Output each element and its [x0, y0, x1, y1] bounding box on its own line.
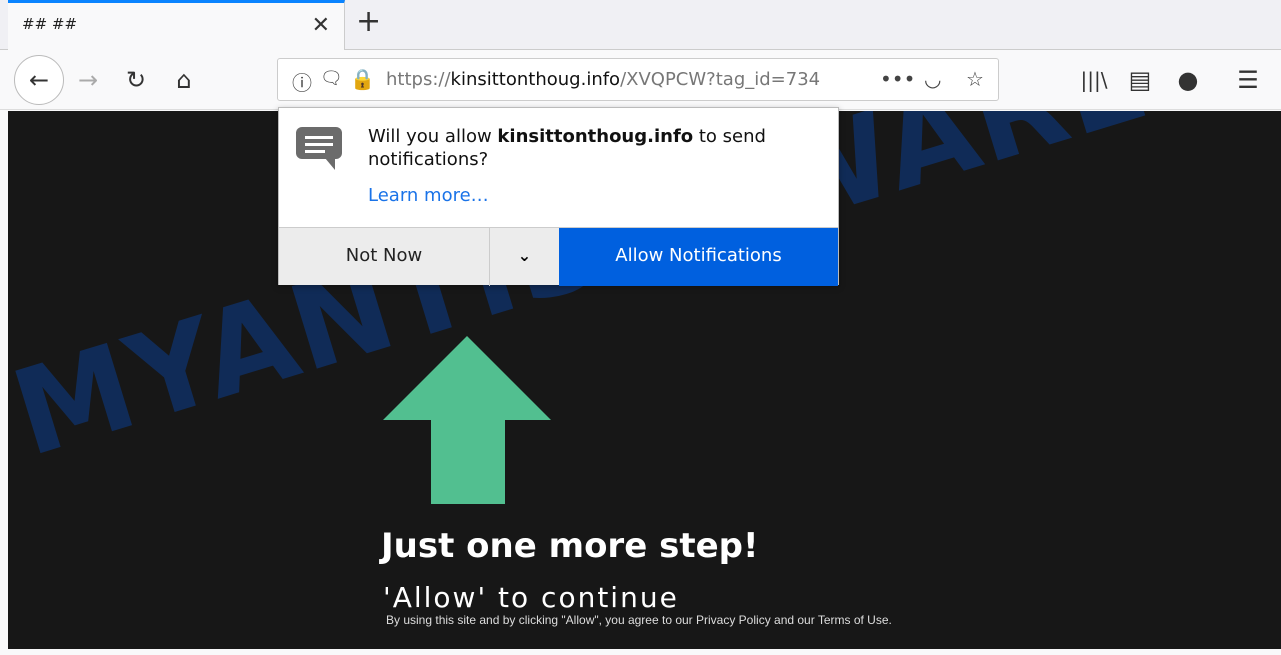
new-tab-button[interactable]: +: [356, 4, 381, 39]
close-tab-icon[interactable]: ✕: [312, 13, 330, 38]
url-path: /XVQPCW?tag_id=734: [620, 69, 821, 90]
home-button[interactable]: ⌂: [166, 62, 202, 98]
learn-more-link[interactable]: Learn more…: [368, 185, 489, 206]
more-options-dropdown[interactable]: ⌄: [489, 228, 559, 286]
reload-button[interactable]: ↻: [118, 62, 154, 98]
allow-notifications-button[interactable]: Allow Notifications: [559, 228, 838, 286]
tab-title: ## ##: [22, 15, 78, 33]
popup-buttons: Not Now ⌄ Allow Notifications: [279, 227, 838, 286]
lock-icon[interactable]: 🔒: [350, 67, 375, 91]
nav-bar: ← → ↻ ⌂ ⓘ 🗨 🔒 https://kinsittonthoug.inf…: [0, 50, 1281, 110]
tab-active[interactable]: ## ## ✕: [8, 0, 345, 50]
bookmark-star-icon[interactable]: ☆: [966, 67, 984, 91]
menu-icon[interactable]: ☰: [1230, 62, 1266, 98]
message-prefix: Will you allow: [368, 126, 498, 147]
up-arrow-icon: [383, 336, 551, 504]
pocket-icon[interactable]: ◡: [924, 67, 941, 91]
url-bar[interactable]: ⓘ 🗨 🔒 https://kinsittonthoug.info/XVQPCW…: [277, 58, 999, 101]
fine-print: By using this site and by clicking "Allo…: [386, 613, 892, 627]
tab-bar: ## ## ✕ +: [0, 0, 1281, 50]
back-button[interactable]: ←: [14, 55, 64, 105]
page-actions-icon[interactable]: •••: [880, 67, 915, 91]
permission-message: Will you allow kinsittonthoug.info to se…: [368, 125, 808, 171]
headline: Just one more step!: [381, 526, 759, 566]
notification-chat-icon: [296, 127, 342, 170]
url-domain: kinsittonthoug.info: [450, 69, 621, 90]
message-domain: kinsittonthoug.info: [497, 126, 694, 147]
info-icon[interactable]: ⓘ: [292, 67, 312, 96]
account-icon[interactable]: ●: [1170, 62, 1206, 98]
notification-permission-icon[interactable]: 🗨: [320, 68, 343, 89]
notification-permission-popup: Will you allow kinsittonthoug.info to se…: [278, 107, 839, 286]
not-now-button[interactable]: Not Now: [279, 228, 489, 286]
sidebar-icon[interactable]: ▤: [1122, 62, 1158, 98]
forward-button[interactable]: →: [70, 62, 106, 98]
url-scheme: https://: [386, 69, 451, 90]
subheadline: 'Allow' to continue: [383, 581, 679, 614]
chevron-down-icon: ⌄: [517, 246, 532, 265]
library-icon[interactable]: |||\: [1076, 62, 1112, 98]
url-text[interactable]: https://kinsittonthoug.info/XVQPCW?tag_i…: [386, 69, 846, 90]
